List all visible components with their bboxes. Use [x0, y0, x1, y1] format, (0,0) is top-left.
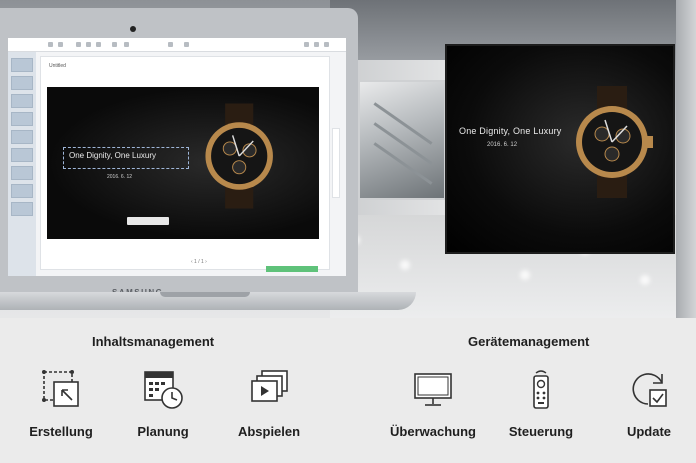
feature-update[interactable]: Update	[594, 368, 696, 439]
redo-icon[interactable]	[58, 42, 63, 47]
laptop: Untitled One Dignity, One Luxury 2016. 6…	[0, 8, 358, 297]
template-thumb[interactable]	[11, 112, 33, 126]
editor-canvas[interactable]: One Dignity, One Luxury 2016. 6. 12	[47, 87, 319, 239]
template-thumb[interactable]	[11, 94, 33, 108]
monitor-icon	[414, 373, 452, 406]
watch-image	[576, 86, 653, 198]
save-icon[interactable]	[304, 42, 309, 47]
create-icon	[42, 370, 79, 407]
camera-icon	[130, 26, 136, 32]
editor-screen: Untitled One Dignity, One Luxury 2016. 6…	[8, 38, 346, 276]
publish-button[interactable]	[266, 266, 318, 272]
edit-icon[interactable]	[184, 42, 189, 47]
template-thumb[interactable]	[11, 130, 33, 144]
signage-headline: One Dignity, One Luxury	[459, 126, 562, 136]
feature-control[interactable]: Steuerung	[486, 368, 596, 439]
undo-icon[interactable]	[48, 42, 53, 47]
template-thumb[interactable]	[11, 58, 33, 72]
signage-date: 2016. 6. 12	[487, 142, 518, 148]
device-management-heading: Gerätemanagement	[468, 334, 590, 349]
feature-label: Überwachung	[390, 424, 476, 439]
template-thumb[interactable]	[11, 202, 33, 216]
feature-schedule[interactable]: Planung	[108, 368, 218, 439]
feature-label: Update	[626, 424, 672, 439]
layer-icon[interactable]	[124, 42, 129, 47]
close-icon[interactable]	[324, 42, 329, 47]
shape-icon[interactable]	[96, 42, 101, 47]
editor-canvas-panel: Untitled One Dignity, One Luxury 2016. 6…	[40, 56, 330, 270]
feature-create[interactable]: Erstellung	[6, 368, 116, 439]
editor-toolbar	[8, 38, 346, 52]
update-icon	[632, 373, 667, 407]
side-tools[interactable]	[332, 128, 340, 198]
canvas-tab[interactable]: Untitled	[49, 63, 66, 69]
pillar	[676, 0, 696, 318]
template-thumb[interactable]	[11, 166, 33, 180]
feature-monitor[interactable]: Überwachung	[378, 368, 488, 439]
feature-label: Planung	[137, 424, 189, 439]
image-icon[interactable]	[86, 42, 91, 47]
publish-icon[interactable]	[314, 42, 319, 47]
template-thumb[interactable]	[11, 76, 33, 90]
remote-control-icon	[533, 370, 549, 409]
hero-image: One Dignity, One Luxury 2016. 6. 12 Unti…	[0, 0, 696, 318]
canvas-date[interactable]: 2016. 6. 12	[107, 174, 132, 180]
template-thumb[interactable]	[11, 148, 33, 162]
signage-display: One Dignity, One Luxury 2016. 6. 12	[445, 44, 675, 254]
page-indicator[interactable]: ‹ 1 / 1 ›	[191, 259, 207, 265]
laptop-notch	[160, 292, 250, 297]
content-management-heading: Inhaltsmanagement	[92, 334, 215, 349]
calendar-clock-icon	[144, 371, 183, 409]
feature-panel: Inhaltsmanagement Gerätemanagement Erste…	[0, 318, 696, 463]
feature-label: Abspielen	[237, 424, 301, 439]
text-icon[interactable]	[76, 42, 81, 47]
template-thumb[interactable]	[11, 184, 33, 198]
settings-icon[interactable]	[168, 42, 173, 47]
canvas-headline[interactable]: One Dignity, One Luxury	[69, 151, 156, 160]
feature-play[interactable]: Abspielen	[214, 368, 324, 439]
template-sidebar	[8, 52, 36, 276]
watch-image	[205, 103, 273, 209]
feature-label: Erstellung	[29, 424, 93, 439]
text-format-toolbar[interactable]	[127, 217, 169, 225]
escalator	[358, 80, 446, 200]
align-icon[interactable]	[112, 42, 117, 47]
playlist-play-icon	[251, 370, 288, 402]
feature-label: Steuerung	[508, 424, 574, 439]
